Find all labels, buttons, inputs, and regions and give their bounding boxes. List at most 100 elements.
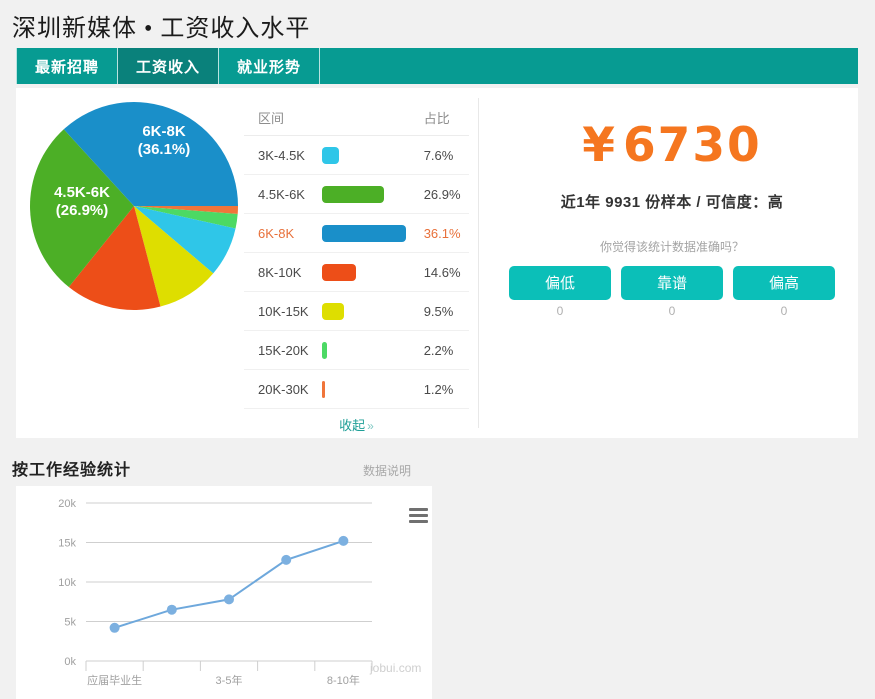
y-tick-label: 10k (58, 577, 76, 589)
experience-section: 按工作经验统计 数据说明 0k 5k 10k 15k 20k 应届毕业生 3-5年 8-10… (0, 450, 875, 699)
table-row[interactable]: 10K-15K 9.5% (244, 291, 469, 331)
row-bar (321, 302, 344, 320)
y-tick-label: 5k (64, 617, 76, 629)
table-row[interactable]: 6K-8K 36.1% (244, 213, 469, 253)
watermark: jobui.com (370, 661, 422, 675)
collapse-label: 收起 (339, 417, 366, 433)
row-bar-cell (319, 330, 416, 370)
column-header-range: 区间 (244, 104, 416, 136)
row-range-label: 8K-10K (244, 252, 320, 292)
currency-symbol: ¥ (582, 118, 617, 173)
tab-salary[interactable]: 工资收入 (118, 48, 220, 84)
pie-label-6k-8k-percent: (36.1%) (138, 141, 191, 158)
average-salary: ¥6730 (486, 122, 858, 169)
vote-buttons: 偏低 0 靠谱 0 偏高 0 (486, 266, 858, 318)
x-tick-label: 应届毕业生 (87, 673, 142, 687)
tab-latest-jobs[interactable]: 最新招聘 (16, 48, 119, 84)
vote-item-low: 偏低 0 (509, 266, 611, 318)
row-percent-label: 1.2% (415, 369, 469, 409)
row-percent-label: 26.9% (415, 174, 469, 214)
y-tick-label: 15k (58, 538, 76, 550)
vote-question: 你觉得该统计数据准确吗？ (599, 240, 744, 254)
hamburger-bar (409, 520, 428, 523)
pie-svg: 6K-8K (36.1%) 4.5K-6K (26.9%) (30, 102, 238, 310)
column-header-percent: 占比 (415, 104, 469, 136)
page-title: 深圳新媒体 • 工资收入水平 (12, 16, 311, 42)
vote-count-accurate: 0 (668, 304, 676, 318)
salary-pie-chart: 6K-8K (36.1%) 4.5K-6K (26.9%) (24, 96, 244, 316)
row-range-label: 20K-30K (244, 369, 320, 409)
data-point[interactable] (224, 594, 234, 605)
vote-too-low-button[interactable]: 偏低 (509, 266, 611, 300)
row-bar (321, 341, 327, 359)
row-percent-label: 9.5% (415, 291, 469, 331)
pie-label-4.5k-6k-percent: (26.9%) (56, 202, 109, 219)
data-point[interactable] (281, 554, 292, 565)
collapse-link[interactable]: 收起» (339, 418, 374, 433)
table-row[interactable]: 20K-30K 1.2% (244, 369, 469, 409)
collapse-cell: 收起» (244, 408, 469, 440)
distribution-table: 区间 占比 3K-4.5K 7.6% 4.5K-6K 26.9% 6K-8K 36.1% 8… (244, 104, 469, 440)
row-bar (321, 263, 356, 281)
row-bar-cell (319, 135, 416, 175)
row-range-label: 4.5K-6K (244, 174, 320, 214)
vote-count-low: 0 (556, 304, 564, 318)
salary-summary: ¥6730 近1年 9931 份样本 / 可信度：高 你觉得该统计数据准确吗？ … (486, 100, 858, 318)
row-percent-label: 7.6% (415, 135, 469, 175)
distribution-table-body: 3K-4.5K 7.6% 4.5K-6K 26.9% 6K-8K 36.1% 8K-10K 1… (244, 135, 469, 409)
row-bar (321, 224, 406, 242)
chart-x-axis-labels: 应届毕业生 3-5年 8-10年 (87, 673, 360, 687)
chart-x-axis-ticks (85, 660, 373, 671)
data-point[interactable] (109, 622, 120, 633)
vote-accurate-button[interactable]: 靠谱 (621, 266, 723, 300)
row-percent-label: 36.1% (415, 213, 469, 253)
y-tick-label: 0k (64, 656, 76, 668)
row-bar-cell (319, 174, 416, 214)
row-percent-label: 2.2% (415, 330, 469, 370)
data-point[interactable] (166, 604, 177, 615)
hamburger-menu-icon[interactable] (409, 508, 428, 523)
row-bar (321, 185, 385, 203)
row-bar-cell (319, 291, 416, 331)
vote-item-accurate: 靠谱 0 (621, 266, 723, 318)
collapse-row: 收起» (244, 408, 469, 440)
hamburger-bar (409, 514, 428, 517)
panel-divider (478, 98, 479, 428)
row-bar-cell (319, 213, 416, 253)
table-row[interactable]: 4.5K-6K 26.9% (244, 174, 469, 214)
vote-too-high-button[interactable]: 偏高 (733, 266, 835, 300)
data-note-link[interactable]: 数据说明 (363, 462, 411, 479)
row-bar (321, 146, 340, 164)
row-range-label: 15K-20K (244, 330, 320, 370)
row-percent-label: 14.6% (415, 252, 469, 292)
row-bar (321, 380, 325, 398)
x-tick-label: 3-5年 (216, 673, 243, 687)
vote-count-high: 0 (780, 304, 788, 318)
salary-distribution-table: 区间 占比 3K-4.5K 7.6% 4.5K-6K 26.9% 6K-8K 36.1% 8… (244, 104, 469, 440)
row-bar-cell (319, 369, 416, 409)
data-point[interactable] (338, 535, 349, 546)
y-tick-label: 20k (58, 498, 76, 510)
pie-label-6k-8k-range: 6K-8K (142, 123, 186, 140)
vote-item-high: 偏高 0 (733, 266, 835, 318)
sample-info: 近1年 9931 份样本 / 可信度：高 (560, 194, 784, 211)
table-row[interactable]: 8K-10K 14.6% (244, 252, 469, 292)
average-salary-value: 6730 (622, 118, 762, 173)
row-range-label: 10K-15K (244, 291, 320, 331)
table-header-row: 区间 占比 (244, 104, 469, 136)
x-tick-label: 8-10年 (327, 673, 360, 687)
tab-bar: 最新招聘 工资收入 就业形势 (16, 48, 858, 84)
row-bar-cell (319, 252, 416, 292)
tab-employment[interactable]: 就业形势 (219, 48, 321, 84)
chart-series-line (114, 539, 344, 629)
row-range-label: 3K-4.5K (244, 135, 320, 175)
salary-panel: 6K-8K (36.1%) 4.5K-6K (26.9%) 区间 占比 3K-4… (16, 88, 858, 440)
row-range-label: 6K-8K (244, 213, 320, 253)
chart-y-axis-labels: 0k 5k 10k 15k 20k (58, 498, 76, 668)
experience-section-title: 按工作经验统计 (12, 462, 132, 479)
table-row[interactable]: 3K-4.5K 7.6% (244, 135, 469, 175)
hamburger-bar (409, 508, 428, 511)
pie-label-4.5k-6k-range: 4.5K-6K (54, 184, 110, 201)
table-row[interactable]: 15K-20K 2.2% (244, 330, 469, 370)
chevron-right-icon: » (367, 418, 374, 433)
